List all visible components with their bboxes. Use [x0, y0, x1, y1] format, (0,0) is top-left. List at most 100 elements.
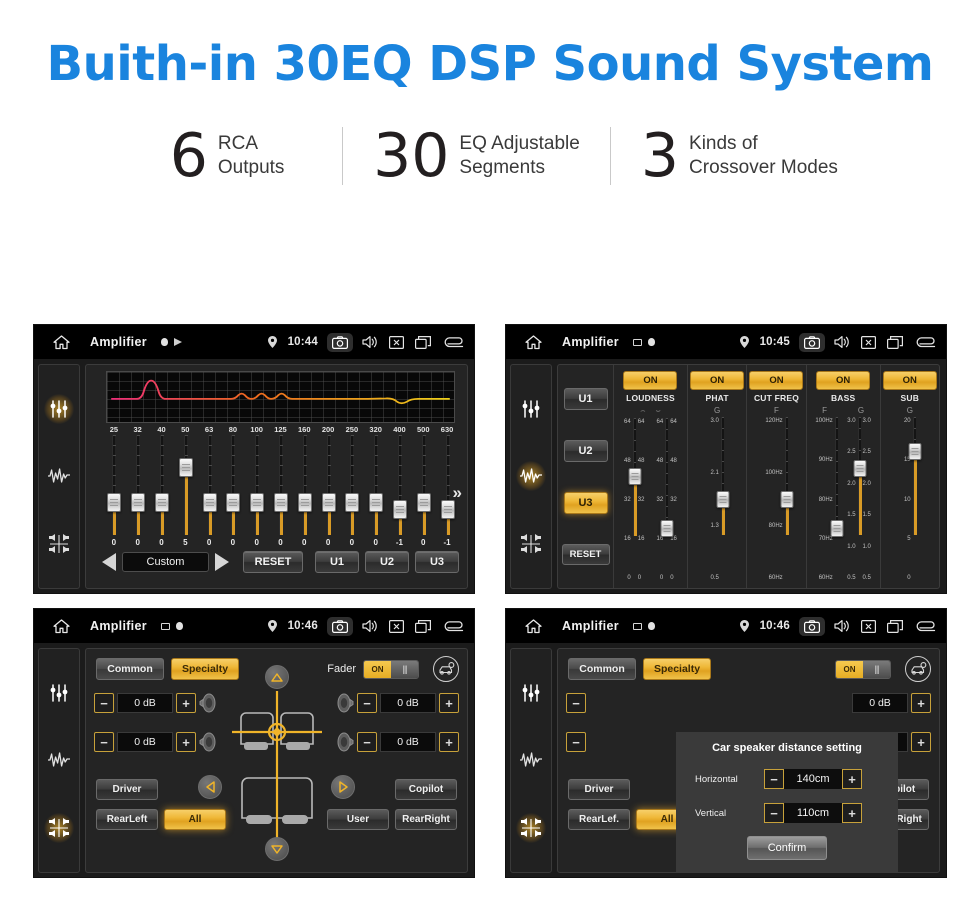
eq-slider[interactable]: 0 — [126, 435, 150, 547]
home-icon[interactable] — [516, 618, 550, 634]
eq-slider-track[interactable] — [321, 435, 336, 535]
balance-icon[interactable] — [44, 813, 74, 844]
waveform-icon[interactable] — [44, 745, 74, 775]
close-box-icon[interactable] — [389, 619, 404, 633]
toggle-cut-freq[interactable]: ON — [749, 371, 804, 390]
close-box-icon[interactable] — [861, 619, 876, 633]
dsp-slider[interactable]: 20 15 10 5 0 — [904, 417, 922, 582]
minus-button[interactable]: − — [764, 803, 784, 823]
balance-icon[interactable] — [44, 529, 74, 559]
eq-slider-track[interactable] — [202, 435, 217, 535]
eq-slider[interactable]: 0 — [316, 435, 340, 547]
move-down-button[interactable] — [264, 837, 289, 861]
volume-icon[interactable] — [362, 335, 378, 349]
tab-specialty[interactable]: Specialty — [643, 658, 711, 680]
seat-button-rearleft[interactable]: RearLef. — [568, 809, 630, 830]
toggle-phat[interactable]: ON — [690, 371, 745, 390]
car-settings-icon[interactable] — [433, 656, 459, 682]
eq-slider[interactable]: 0 — [411, 435, 435, 547]
slider-knob[interactable] — [716, 490, 730, 508]
car-settings-icon[interactable] — [905, 656, 931, 682]
eq-slider-track[interactable] — [250, 435, 265, 535]
eq-slider[interactable]: 0 — [269, 435, 293, 547]
eq-slider[interactable]: 5 — [173, 435, 197, 547]
back-arrow-icon[interactable] — [914, 620, 936, 633]
preset-u3-button[interactable]: U3 — [415, 551, 459, 573]
equalizer-icon[interactable] — [516, 678, 546, 708]
dsp-slider[interactable]: 64 48 32 16 0 64 48 32 16 0 — [624, 418, 644, 582]
back-arrow-icon[interactable] — [442, 620, 464, 633]
reset-button[interactable]: RESET — [243, 551, 303, 573]
eq-slider-track[interactable] — [416, 435, 431, 535]
equalizer-icon[interactable] — [44, 393, 74, 424]
camera-icon[interactable] — [799, 332, 825, 352]
slider-knob[interactable] — [369, 493, 384, 512]
plus-button[interactable]: + — [439, 732, 459, 752]
preset-display[interactable]: Custom — [122, 552, 209, 572]
fader-toggle[interactable]: ON ||| — [835, 659, 891, 679]
plus-button[interactable]: + — [911, 732, 931, 752]
reset-button[interactable]: RESET — [561, 544, 610, 565]
slider-track[interactable] — [660, 418, 674, 537]
slider-knob[interactable] — [273, 493, 288, 512]
minus-button[interactable]: − — [357, 693, 377, 713]
fader-toggle[interactable]: ON ||| — [363, 659, 419, 679]
equalizer-icon[interactable] — [516, 394, 546, 424]
camera-icon[interactable] — [327, 332, 353, 352]
slider-track[interactable] — [830, 417, 844, 538]
waveform-icon[interactable] — [44, 461, 74, 491]
seat-button-rearright[interactable]: RearRight — [395, 809, 457, 830]
preset-u2-button[interactable]: U2 — [365, 551, 409, 573]
eq-slider[interactable]: -1 — [388, 435, 412, 547]
eq-slider-track[interactable] — [154, 435, 169, 535]
slider-knob[interactable] — [780, 490, 794, 508]
back-arrow-icon[interactable] — [914, 336, 936, 349]
waveform-icon[interactable] — [516, 745, 546, 775]
seat-button-all[interactable]: All — [164, 809, 226, 830]
volume-icon[interactable] — [362, 619, 378, 633]
preset-u1-button[interactable]: U1 — [563, 388, 608, 410]
plus-button[interactable]: + — [176, 732, 196, 752]
slider-track[interactable] — [716, 417, 730, 535]
eq-slider[interactable]: 0 — [364, 435, 388, 547]
toggle-bass[interactable]: ON — [816, 371, 871, 390]
eq-slider[interactable]: 0 — [245, 435, 269, 547]
eq-slider[interactable]: 0 — [102, 435, 126, 547]
seat-button-driver[interactable]: Driver — [96, 779, 158, 800]
eq-slider-track[interactable] — [107, 435, 122, 535]
camera-icon[interactable] — [799, 616, 825, 636]
eq-slider-track[interactable] — [178, 435, 193, 535]
plus-button[interactable]: + — [176, 693, 196, 713]
eq-slider-track[interactable] — [345, 435, 360, 535]
confirm-button[interactable]: Confirm — [747, 836, 827, 860]
recent-apps-icon[interactable] — [415, 619, 431, 633]
preset-prev-button[interactable] — [102, 553, 116, 571]
slider-knob[interactable] — [202, 493, 217, 512]
eq-slider-track[interactable] — [131, 435, 146, 535]
slider-knob[interactable] — [107, 493, 122, 512]
eq-slider[interactable]: 0 — [197, 435, 221, 547]
dsp-slider[interactable]: 3.0 2.1 1.3 0.5 — [710, 417, 730, 582]
recent-apps-icon[interactable] — [887, 335, 903, 349]
seat-button-driver[interactable]: Driver — [568, 779, 630, 800]
eq-slider[interactable]: 0 — [221, 435, 245, 547]
close-box-icon[interactable] — [389, 335, 404, 349]
home-icon[interactable] — [516, 334, 550, 350]
recent-apps-icon[interactable] — [887, 619, 903, 633]
slider-knob[interactable] — [250, 493, 265, 512]
dsp-slider[interactable]: 120Hz 100Hz 80Hz 60Hz — [765, 417, 794, 582]
recent-apps-icon[interactable] — [415, 335, 431, 349]
next-page-chevron-icon[interactable]: » — [453, 483, 462, 503]
eq-slider-track[interactable] — [440, 435, 455, 535]
slider-knob[interactable] — [830, 520, 844, 538]
slider-track[interactable] — [780, 417, 794, 535]
seat-button-user[interactable]: User — [327, 809, 389, 830]
plus-button[interactable]: + — [842, 803, 862, 823]
toggle-sub[interactable]: ON — [882, 371, 937, 390]
slider-knob[interactable] — [321, 493, 336, 512]
volume-icon[interactable] — [834, 619, 850, 633]
camera-icon[interactable] — [327, 616, 353, 636]
slider-track[interactable] — [908, 417, 922, 535]
plus-button[interactable]: + — [842, 769, 862, 789]
plus-button[interactable]: + — [439, 693, 459, 713]
